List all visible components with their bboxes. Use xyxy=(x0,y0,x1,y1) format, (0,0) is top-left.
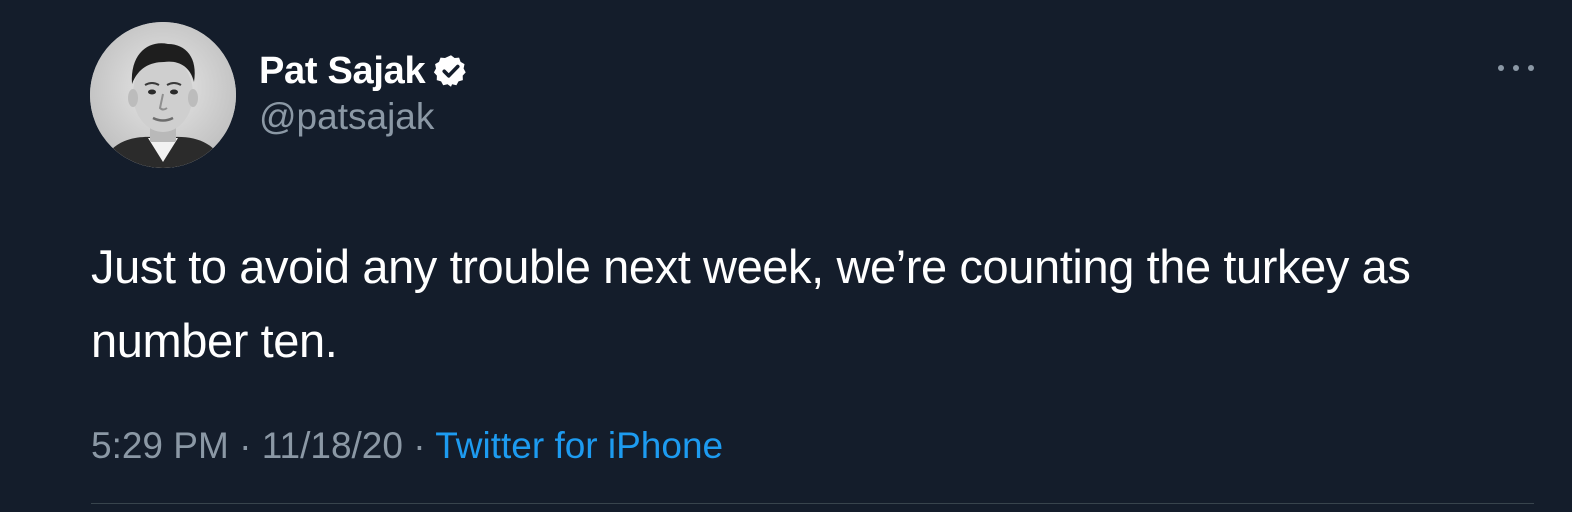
meta-separator: · xyxy=(413,425,426,466)
more-dot xyxy=(1513,65,1519,71)
tweet-card: Pat Sajak @patsajak Just to avoid any tr… xyxy=(0,0,1572,512)
tweet-time[interactable]: 5:29 PM xyxy=(91,425,229,466)
verified-badge-icon xyxy=(433,53,469,89)
tweet-source-link[interactable]: Twitter for iPhone xyxy=(435,425,723,466)
name-row: Pat Sajak xyxy=(259,48,469,94)
avatar[interactable] xyxy=(90,22,236,168)
divider xyxy=(91,503,1534,504)
display-name[interactable]: Pat Sajak xyxy=(259,50,426,93)
tweet-text: Just to avoid any trouble next week, we’… xyxy=(91,240,1411,367)
meta-separator: · xyxy=(239,425,252,466)
more-dot xyxy=(1498,65,1504,71)
tweet-meta: 5:29 PM · 11/18/20 · Twitter for iPhone xyxy=(91,425,723,467)
tweet-date[interactable]: 11/18/20 xyxy=(262,425,403,466)
more-horizontal-icon[interactable] xyxy=(1498,58,1534,78)
avatar-photo-icon xyxy=(90,22,236,168)
user-handle[interactable]: @patsajak xyxy=(259,96,434,138)
more-dot xyxy=(1528,65,1534,71)
